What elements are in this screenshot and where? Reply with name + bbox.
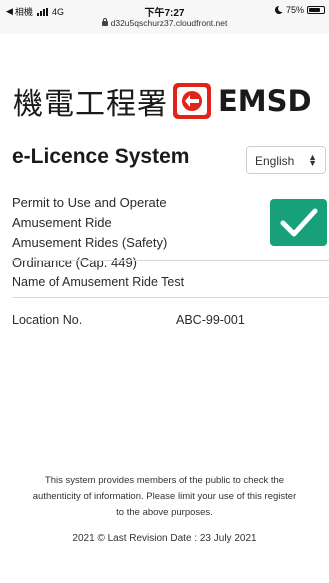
checkmark-icon [280,208,318,237]
location-label: Location No. [12,313,83,327]
status-bar: ◀ 相機 4G 下午7:27 d32u5qschurz37.cloudfront… [0,0,329,34]
footer-line: This system provides members of the publ… [44,475,285,486]
battery-percent: 75% [285,5,304,15]
battery-icon [307,6,325,14]
moon-icon [274,5,285,14]
permit-line: Permit to Use and Operate [12,195,167,210]
language-select[interactable]: English ▲ ▼ [246,146,326,174]
location-value: ABC-99-001 [176,313,245,327]
divider [12,260,329,261]
language-selected-value: English [255,154,295,168]
status-right: 75% [274,5,325,15]
logo-english-text: EMSD [218,84,312,118]
footer-line: authenticity of information. Please limi… [32,491,297,502]
url-bar[interactable]: d32u5qschurz37.cloudfront.net [0,18,329,28]
emsd-logo: 機電工程署 EMSD [13,80,312,122]
url-text: d32u5qschurz37.cloudfront.net [110,18,228,28]
select-arrows-icon: ▲ ▼ [308,152,317,168]
valid-checkmark-icon [270,199,327,246]
footer-line: to the above purposes. [116,507,213,518]
permit-line: Amusement Rides (Safety) [12,235,168,250]
logo-chinese-text: 機電工程署 [13,87,168,122]
footer-disclaimer: This system provides members of the publ… [0,473,329,521]
permit-line: Amusement Ride [12,215,112,230]
divider [12,297,329,298]
permit-description: Permit to Use and Operate Amusement Ride… [12,193,232,273]
page-title: e-Licence System [12,145,190,168]
emsd-logo-mark-icon [173,83,211,119]
ride-name: Name of Amusement Ride Test [12,275,185,289]
lock-icon [101,18,108,26]
permit-line: Ordinance (Cap. 449) [12,255,138,270]
revision-date: 2021 © Last Revision Date : 23 July 2021 [72,533,257,544]
